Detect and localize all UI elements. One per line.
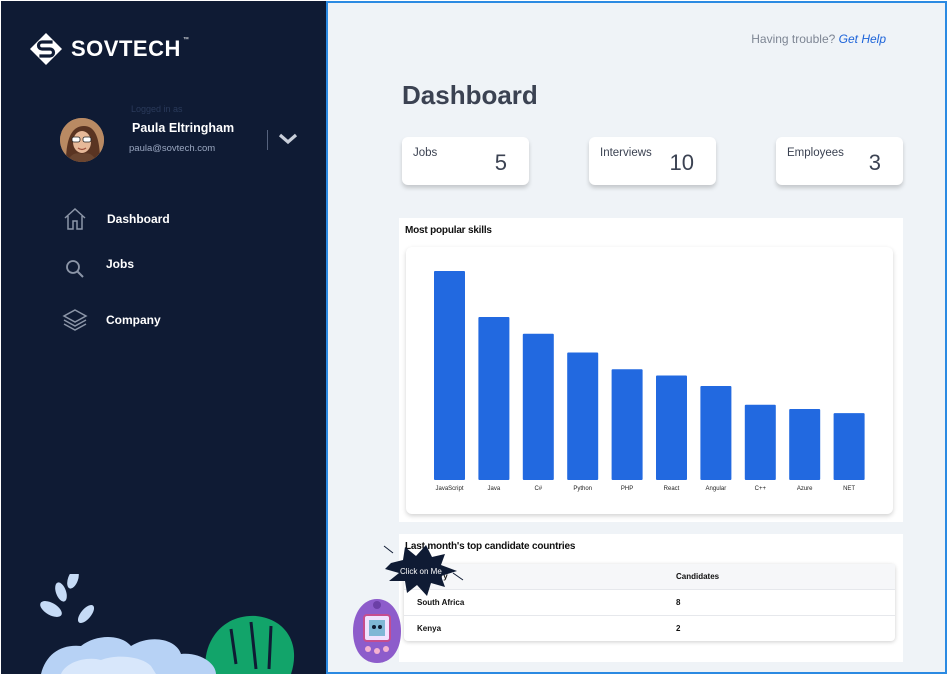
logo[interactable]: SOVTECH ™ [29,32,195,66]
stat-label: Jobs [413,147,438,159]
user-name: Paula Eltringham [132,121,235,135]
candidates-cell: 2 [676,624,681,633]
sidebar-item-company[interactable]: Company [61,306,161,334]
x-tick-label: Azure [797,486,813,492]
table-header-row: Country Candidates [404,564,895,590]
home-icon [61,205,89,233]
help-prefix: Having trouble? [751,32,836,46]
skills-title: Most popular skills [405,225,492,236]
stat-card-interviews[interactable]: Interviews 10 [589,137,716,185]
skills-panel: Most popular skills JavaScript Java C# Pyth… [399,218,903,522]
bar-net[interactable] [833,413,865,480]
x-tick-label: C# [534,486,542,492]
stat-label: Interviews [600,147,652,159]
brand-name: SOVTECH [71,36,181,61]
search-icon [61,255,89,283]
stat-card-jobs[interactable]: Jobs 5 [402,137,529,185]
sidebar-item-label: Company [106,313,161,327]
sidebar-item-dashboard[interactable]: Dashboard [61,205,170,233]
countries-panel: Last month's top candidate countries Cou… [399,534,903,662]
bar-react[interactable] [656,375,687,481]
country-cell: Kenya [417,624,442,633]
stat-card-employees[interactable]: Employees 3 [776,137,903,185]
skills-bar-chart: JavaScript Java C# Python PHP React Angular C++… [434,271,865,492]
chevron-down-icon[interactable] [276,129,300,149]
stat-value: 3 [868,150,881,175]
x-tick-label: Angular [706,486,727,492]
user-email: paula@sovtech.com [129,143,216,154]
stat-label: Employees [787,147,844,159]
page-title: Dashboard [402,80,538,110]
user-divider [267,130,268,150]
sidebar-item-label: Jobs [106,257,135,271]
stat-value: 10 [669,150,694,175]
plant-illustration [40,574,295,674]
sidebar: SOVTECH ™ Logged in as Paula Eltringham … [1,1,326,674]
x-tick-label: React [664,486,680,492]
trademark: ™ [182,37,189,43]
bar-javascript[interactable] [434,271,465,480]
column-header-candidates: Candidates [676,572,720,581]
bar-java[interactable] [478,316,510,480]
x-tick-label: Python [573,486,592,492]
countries-table: Country Candidates South Africa 8 Kenya … [404,564,895,641]
x-tick-label: JavaScript [435,486,463,492]
x-tick-label: C++ [755,486,767,492]
bar-angular[interactable] [700,385,732,480]
tamagotchi-icon[interactable] [351,597,403,665]
help-text: Having trouble? Get Help [751,32,886,46]
bar-php[interactable] [611,369,643,480]
sovtech-logo-icon [30,33,62,65]
candidates-cell: 8 [676,598,681,607]
stat-value: 5 [494,150,507,175]
x-tick-label: Java [488,486,501,492]
bar-c[interactable] [744,404,776,480]
layers-icon [61,306,89,334]
click-me-bubble[interactable]: Click on Me [383,543,465,598]
bar-azure[interactable] [789,408,821,480]
bar-python[interactable] [567,352,599,480]
table-row: South Africa 8 [404,589,895,615]
click-me-label: Click on Me [400,567,442,576]
table-row: Kenya 2 [404,615,895,641]
country-cell: South Africa [417,598,465,607]
x-tick-label: PHP [621,486,633,492]
x-tick-label: NET [843,486,855,492]
avatar[interactable] [60,118,104,162]
sidebar-item-jobs[interactable]: Jobs [61,255,134,283]
sidebar-item-label: Dashboard [107,212,170,226]
faint-user-label: Logged in as [131,104,183,114]
get-help-link[interactable]: Get Help [839,32,886,46]
bar-c[interactable] [522,333,554,480]
skills-chart-card: JavaScript Java C# Python PHP React Angular C++… [406,247,893,514]
